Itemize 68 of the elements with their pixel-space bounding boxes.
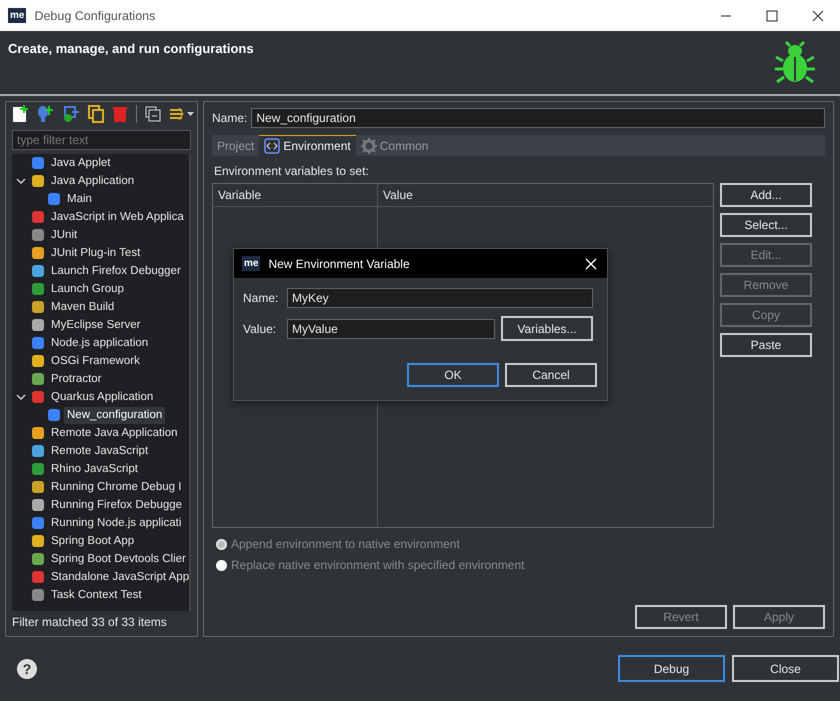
tree-item[interactable]: Node.js application: [48, 334, 152, 352]
tree-item[interactable]: Maven Build: [48, 298, 118, 316]
tree-item[interactable]: Remote Java Application: [48, 424, 181, 442]
filter-status: Filter matched 33 of 33 items: [11, 614, 168, 631]
tree-item[interactable]: JavaScript in Web Applica: [48, 208, 187, 226]
tree-item[interactable]: Running Node.js applicati: [48, 514, 184, 532]
field-label: Value:: [243, 322, 278, 336]
tab[interactable]: Environment: [259, 135, 356, 156]
dialog-title: New Environment Variable: [268, 256, 411, 270]
variables-button[interactable]: Variables...: [501, 316, 593, 341]
tree-item[interactable]: Java Applet: [48, 154, 114, 172]
tree-item[interactable]: JUnit: [48, 226, 80, 244]
dialog-button[interactable]: Close: [732, 655, 839, 682]
tree-item[interactable]: Remote JavaScript: [48, 442, 152, 460]
dialog-button[interactable]: OK: [407, 363, 499, 387]
window-title: Debug Configurations: [34, 8, 156, 22]
header-title: Create, manage, and run configurations: [8, 41, 254, 58]
app-logo: me: [242, 256, 260, 271]
tree-item[interactable]: Standalone JavaScript App: [48, 568, 192, 586]
dialog-button[interactable]: Debug: [618, 655, 725, 682]
name-label: Name:: [212, 111, 248, 125]
tree-item[interactable]: Launch Group: [48, 280, 127, 298]
tree-item[interactable]: Spring Boot Devtools Clier: [48, 550, 189, 568]
tab[interactable]: Common: [356, 135, 434, 156]
code-icon: [264, 138, 280, 154]
column-header[interactable]: Value: [378, 184, 418, 206]
action-button[interactable]: Select...: [720, 213, 812, 237]
new-file-icon[interactable]: [12, 105, 28, 123]
bug-icon: [774, 41, 816, 85]
close-icon[interactable]: [812, 10, 824, 22]
field-label: Name:: [243, 291, 280, 305]
tree-item[interactable]: Protractor: [48, 370, 104, 388]
tree-item[interactable]: Java Application: [48, 172, 138, 190]
gear-icon: [360, 138, 377, 154]
chevron-icon[interactable]: [16, 392, 26, 402]
tree-item[interactable]: OSGi Framework: [48, 352, 143, 370]
duplicate-icon[interactable]: [88, 105, 104, 123]
app-logo: me: [8, 8, 26, 23]
tree-item[interactable]: Quarkus Application: [48, 388, 156, 406]
dialog-button[interactable]: Cancel: [505, 363, 597, 387]
tree-item[interactable]: Task Context Test: [48, 586, 145, 604]
tree-item[interactable]: MyEclipse Server: [48, 316, 144, 334]
export-icon[interactable]: [62, 105, 80, 123]
action-button[interactable]: Add...: [720, 183, 812, 207]
tree-item[interactable]: Running Firefox Debugge: [48, 496, 186, 514]
action-button[interactable]: Paste: [720, 333, 812, 357]
input-field[interactable]: MyKey: [287, 288, 593, 308]
tree-item[interactable]: JUnit Plug-in Test: [48, 244, 144, 262]
collapse-all-icon[interactable]: [145, 106, 161, 122]
tree-item[interactable]: Rhino JavaScript: [48, 460, 141, 478]
tree-item[interactable]: New_configuration: [64, 406, 166, 424]
new-prototype-icon[interactable]: [36, 105, 54, 123]
tree-item[interactable]: Launch Firefox Debugger: [48, 262, 184, 280]
tab[interactable]: Project: [212, 135, 260, 156]
input-field[interactable]: MyValue: [287, 318, 495, 338]
radio-label: Append environment to native environment: [231, 537, 460, 551]
maximize-icon[interactable]: [766, 10, 778, 22]
chevron-icon[interactable]: [16, 176, 26, 186]
radio-label: Replace native environment with specified environment: [231, 558, 524, 572]
tree-item[interactable]: Running Chrome Debug I: [48, 478, 184, 496]
filter-icon[interactable]: [169, 106, 195, 122]
name-field[interactable]: New_configuration: [251, 108, 825, 128]
tree-item[interactable]: Spring Boot App: [48, 532, 138, 550]
section-label: Environment variables to set:: [214, 164, 370, 178]
tree-item[interactable]: Main: [64, 190, 95, 208]
column-header[interactable]: Variable: [213, 184, 378, 206]
filter-field[interactable]: type filter text: [12, 130, 191, 150]
help-icon[interactable]: ?: [17, 658, 37, 678]
